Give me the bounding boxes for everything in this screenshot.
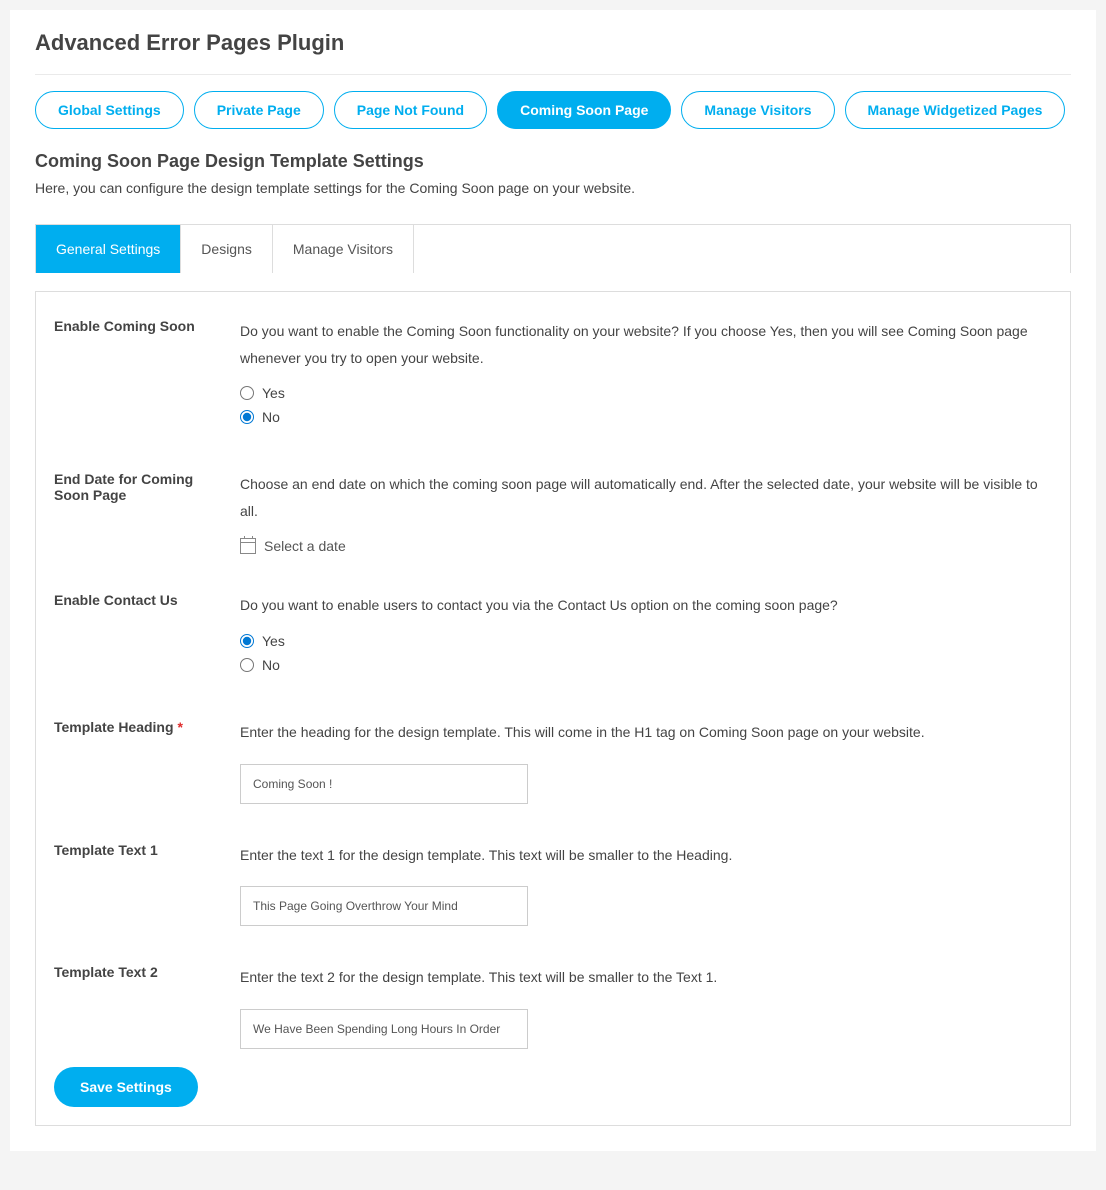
label-enable-contact: Enable Contact Us (54, 592, 240, 608)
tab-strip: General Settings Designs Manage Visitors (35, 224, 1071, 273)
page-title: Advanced Error Pages Plugin (35, 30, 1071, 75)
section-title: Coming Soon Page Design Template Setting… (35, 151, 1071, 172)
calendar-icon (240, 538, 256, 554)
radio-label-contact-no: No (262, 657, 280, 673)
radio-label-contact-yes: Yes (262, 633, 285, 649)
pill-manage-visitors[interactable]: Manage Visitors (681, 91, 834, 129)
radio-enable-cs-no[interactable]: No (240, 409, 1052, 425)
label-template-text1: Template Text 1 (54, 842, 240, 858)
radio-input-enable-cs-no[interactable] (240, 410, 254, 424)
radio-enable-contact-no[interactable]: No (240, 657, 1052, 673)
help-end-date: Choose an end date on which the coming s… (240, 471, 1052, 524)
help-enable-coming-soon: Do you want to enable the Coming Soon fu… (240, 318, 1052, 371)
radio-label-yes: Yes (262, 385, 285, 401)
input-template-text2[interactable] (240, 1009, 528, 1049)
radio-enable-contact-yes[interactable]: Yes (240, 633, 1052, 649)
pill-coming-soon-page[interactable]: Coming Soon Page (497, 91, 671, 129)
section-description: Here, you can configure the design templ… (35, 180, 1071, 196)
input-template-heading[interactable] (240, 764, 528, 804)
tab-general-settings[interactable]: General Settings (36, 225, 181, 273)
radio-enable-cs-yes[interactable]: Yes (240, 385, 1052, 401)
pill-manage-widgetized-pages[interactable]: Manage Widgetized Pages (845, 91, 1066, 129)
help-template-text2: Enter the text 2 for the design template… (240, 964, 1052, 991)
help-enable-contact: Do you want to enable users to contact y… (240, 592, 1052, 619)
radio-label-no: No (262, 409, 280, 425)
radio-input-enable-contact-yes[interactable] (240, 634, 254, 648)
required-marker: * (177, 719, 182, 735)
label-end-date: End Date for Coming Soon Page (54, 471, 240, 503)
label-template-text2: Template Text 2 (54, 964, 240, 980)
date-picker-label: Select a date (264, 538, 346, 554)
save-settings-button[interactable]: Save Settings (54, 1067, 198, 1107)
pill-private-page[interactable]: Private Page (194, 91, 324, 129)
pill-global-settings[interactable]: Global Settings (35, 91, 184, 129)
pill-nav: Global Settings Private Page Page Not Fo… (35, 91, 1071, 129)
settings-panel: Enable Coming Soon Do you want to enable… (35, 291, 1071, 1126)
radio-input-enable-contact-no[interactable] (240, 658, 254, 672)
label-template-heading: Template Heading * (54, 719, 240, 735)
tab-manage-visitors[interactable]: Manage Visitors (273, 225, 414, 273)
pill-page-not-found[interactable]: Page Not Found (334, 91, 487, 129)
input-template-text1[interactable] (240, 886, 528, 926)
help-template-heading: Enter the heading for the design templat… (240, 719, 1052, 746)
date-picker[interactable]: Select a date (240, 538, 1052, 554)
tab-designs[interactable]: Designs (181, 225, 273, 273)
radio-input-enable-cs-yes[interactable] (240, 386, 254, 400)
label-enable-coming-soon: Enable Coming Soon (54, 318, 240, 334)
help-template-text1: Enter the text 1 for the design template… (240, 842, 1052, 869)
